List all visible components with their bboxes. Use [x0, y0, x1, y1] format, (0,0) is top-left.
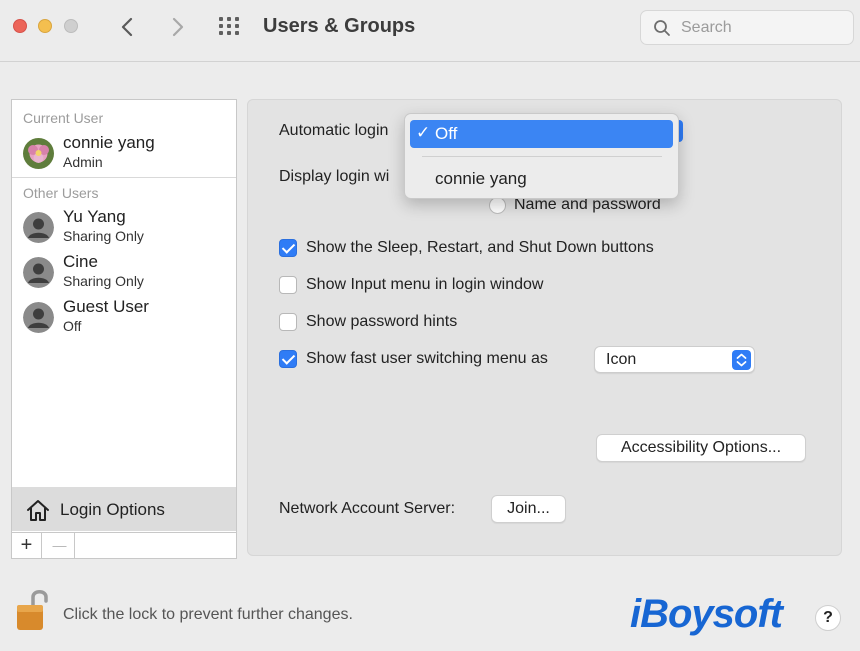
accessibility-options-button[interactable]: Accessibility Options...: [596, 434, 806, 462]
home-icon: [27, 500, 49, 521]
login-options-label: Login Options: [60, 500, 165, 519]
show-sleep-label: Show the Sleep, Restart, and Shut Down b…: [306, 239, 654, 256]
chevron-left-icon: [121, 17, 133, 37]
current-user-heading: Current User: [23, 110, 104, 126]
search-input[interactable]: [681, 17, 846, 39]
user-name: Guest User: [63, 297, 149, 316]
add-user-button[interactable]: +: [12, 533, 42, 558]
forward-button[interactable]: [165, 14, 189, 40]
back-button[interactable]: [116, 14, 140, 40]
user-row[interactable]: Cine Sharing Only: [12, 252, 236, 296]
avatar: [23, 257, 54, 288]
unlocked-padlock-icon: [17, 590, 48, 630]
automatic-login-label: Automatic login: [279, 122, 389, 139]
zoom-window-button[interactable]: [64, 19, 78, 33]
user-name: Yu Yang: [63, 207, 126, 226]
close-window-button[interactable]: [13, 19, 27, 33]
show-password-hints-checkbox[interactable]: [279, 313, 297, 331]
chevron-up-down-icon: [736, 353, 747, 367]
avatar: [23, 212, 54, 243]
user-role: Sharing Only: [63, 228, 144, 244]
search-icon: [654, 20, 670, 36]
user-silhouette-icon: [23, 212, 54, 243]
divider: [12, 177, 236, 178]
avatar: [23, 138, 54, 169]
show-sleep-checkbox[interactable]: [279, 239, 297, 257]
remove-user-button[interactable]: —: [45, 533, 75, 558]
other-users-heading: Other Users: [23, 185, 99, 201]
popup-value: Icon: [606, 351, 637, 368]
show-password-hints-label: Show password hints: [306, 313, 458, 330]
network-account-server-label: Network Account Server:: [279, 500, 456, 517]
brand-watermark: iBoysoft: [630, 592, 783, 636]
show-all-grid-button[interactable]: [218, 17, 244, 37]
lock-button[interactable]: [13, 586, 51, 632]
sidebar-footer: + —: [12, 532, 236, 558]
show-input-menu-checkbox[interactable]: [279, 276, 297, 294]
menu-separator: [422, 156, 662, 157]
show-input-menu-label: Show Input menu in login window: [306, 276, 544, 293]
menu-item-off[interactable]: ✓ Off: [410, 120, 673, 148]
users-sidebar: Current User connie yang Admin Other Use…: [11, 99, 237, 559]
avatar: [23, 302, 54, 333]
user-silhouette-icon: [23, 257, 54, 288]
menu-item-connie-yang[interactable]: connie yang: [435, 169, 527, 189]
user-role: Sharing Only: [63, 273, 144, 289]
fast-switch-style-popup[interactable]: Icon: [594, 346, 755, 373]
menu-item-label: Off: [435, 124, 458, 143]
user-role: Admin: [63, 154, 103, 170]
name-password-radio[interactable]: [489, 197, 506, 214]
user-name: Cine: [63, 252, 98, 271]
search-field[interactable]: [640, 10, 854, 45]
user-row[interactable]: Guest User Off: [12, 297, 236, 341]
user-role: Off: [63, 318, 82, 334]
flower-avatar-icon: [23, 138, 54, 169]
fast-user-switching-checkbox[interactable]: [279, 350, 297, 368]
join-button[interactable]: Join...: [491, 495, 566, 523]
chevron-right-icon: [172, 17, 184, 37]
automatic-login-menu: ✓ Off connie yang: [404, 113, 679, 199]
display-login-label: Display login wi: [279, 168, 390, 185]
user-row-current[interactable]: connie yang Admin: [12, 133, 236, 177]
user-name: connie yang: [63, 133, 155, 152]
user-row[interactable]: Yu Yang Sharing Only: [12, 207, 236, 251]
window-title: Users & Groups: [263, 15, 416, 37]
title-bar: Users & Groups: [0, 0, 860, 62]
lock-status-text: Click the lock to prevent further change…: [63, 606, 353, 623]
minimize-window-button[interactable]: [38, 19, 52, 33]
checkmark-icon: ✓: [416, 123, 431, 142]
user-silhouette-icon: [23, 302, 54, 333]
fast-user-switching-label: Show fast user switching menu as: [306, 350, 548, 367]
help-button[interactable]: ?: [815, 605, 841, 631]
login-options-item[interactable]: Login Options: [12, 487, 236, 531]
popup-stepper: [732, 350, 751, 370]
